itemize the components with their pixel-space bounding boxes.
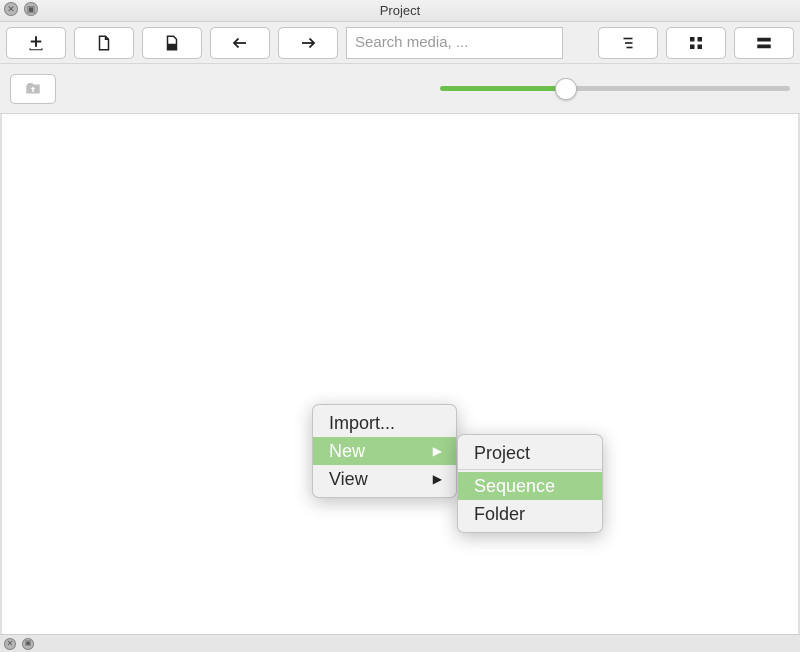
window-titlebar: ✕ ▣ Project <box>0 0 800 22</box>
new-file-icon <box>95 34 113 52</box>
undo-button[interactable] <box>210 27 270 59</box>
menu-item-new[interactable]: New ▶ <box>313 437 456 465</box>
undo-icon <box>231 34 249 52</box>
redo-icon <box>299 34 317 52</box>
slider-thumb[interactable] <box>555 78 577 100</box>
submenu-item-project[interactable]: Project <box>458 439 602 467</box>
menu-item-import[interactable]: Import... <box>313 409 456 437</box>
submenu-arrow-icon: ▶ <box>433 472 442 486</box>
add-icon <box>27 34 45 52</box>
window-controls: ✕ ▣ <box>4 2 38 16</box>
menu-item-label: Import... <box>329 413 395 434</box>
slider-fill <box>440 86 566 91</box>
submenu-item-sequence[interactable]: Sequence <box>458 472 602 500</box>
menu-item-label: View <box>329 469 368 490</box>
slider-track <box>440 86 790 91</box>
folder-up-icon <box>24 80 42 98</box>
menu-item-label: Sequence <box>474 476 555 497</box>
project-content-area[interactable]: Import... New ▶ View ▶ Project Sequence … <box>0 114 800 634</box>
close-icon[interactable]: ✕ <box>4 638 16 650</box>
add-button[interactable] <box>6 27 66 59</box>
new-file-button[interactable] <box>74 27 134 59</box>
redo-button[interactable] <box>278 27 338 59</box>
minimize-icon[interactable]: ▣ <box>22 638 34 650</box>
search-input[interactable] <box>346 27 563 59</box>
submenu-item-folder[interactable]: Folder <box>458 500 602 528</box>
menu-item-label: New <box>329 441 365 462</box>
zoom-slider[interactable] <box>440 77 790 101</box>
submenu-new: Project Sequence Folder <box>457 434 603 533</box>
grid-view-button[interactable] <box>666 27 726 59</box>
open-file-icon <box>163 34 181 52</box>
menu-item-view[interactable]: View ▶ <box>313 465 456 493</box>
open-file-button[interactable] <box>142 27 202 59</box>
sub-toolbar <box>0 64 800 114</box>
context-menu: Import... New ▶ View ▶ <box>312 404 457 498</box>
window-title: Project <box>380 3 420 18</box>
close-icon[interactable]: ✕ <box>4 2 18 16</box>
tile-view-button[interactable] <box>734 27 794 59</box>
tile-view-icon <box>755 34 773 52</box>
minimize-icon[interactable]: ▣ <box>24 2 38 16</box>
folder-up-button[interactable] <box>10 74 56 104</box>
menu-separator <box>458 469 602 470</box>
list-view-icon <box>619 34 637 52</box>
list-view-button[interactable] <box>598 27 658 59</box>
menu-item-label: Folder <box>474 504 525 525</box>
footer-bar: ✕ ▣ <box>0 634 800 652</box>
submenu-arrow-icon: ▶ <box>433 444 442 458</box>
grid-view-icon <box>687 34 705 52</box>
main-toolbar <box>0 22 800 64</box>
menu-item-label: Project <box>474 443 530 464</box>
